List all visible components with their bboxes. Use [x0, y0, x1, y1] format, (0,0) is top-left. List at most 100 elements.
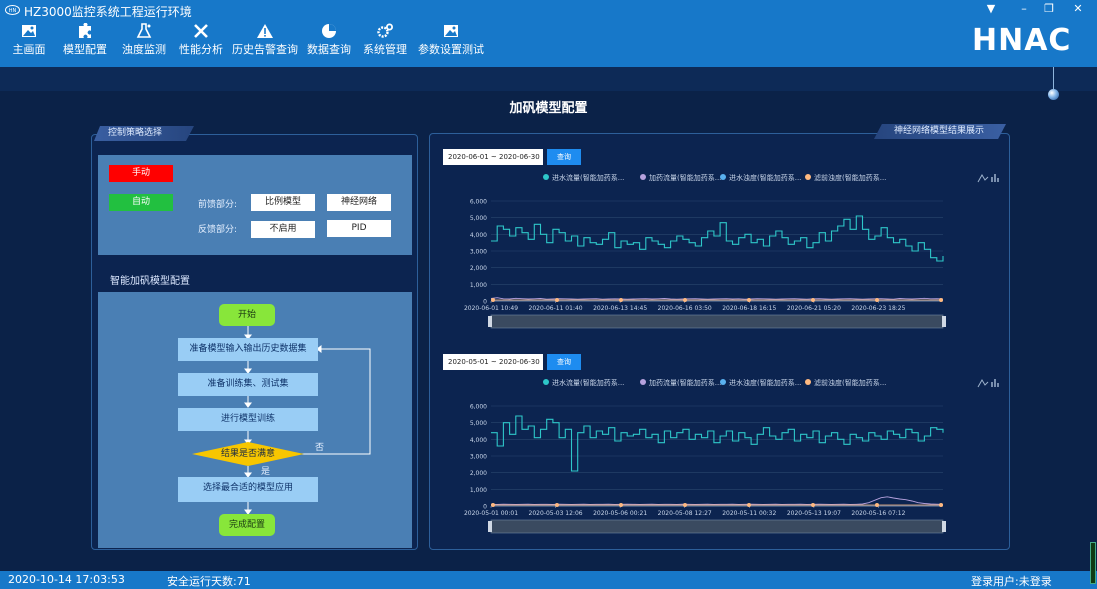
zoom-handle-left — [488, 521, 492, 532]
legend-label: 加药流量(智能加药系... — [649, 173, 721, 182]
brand-logo: HNAC — [972, 24, 1070, 54]
proportional-model-button[interactable]: 比例模型 — [251, 194, 315, 211]
flow-section-title: 智能加矾模型配置 — [110, 276, 190, 287]
flow-no-label: 否 — [315, 443, 325, 453]
y-tick-label: 3,000 — [470, 454, 487, 461]
restore-button[interactable]: ❐ — [1039, 1, 1059, 17]
header-band — [0, 67, 1097, 91]
legend-swatch — [805, 379, 811, 385]
flow-arrowhead — [244, 402, 252, 408]
pid-button[interactable]: PID — [327, 220, 391, 237]
legend-label: 进水流量(智能加药系... — [552, 378, 624, 387]
close-button[interactable]: ✕ — [1068, 1, 1088, 17]
legend-label: 进水浊度(智能加药系... — [729, 173, 801, 182]
series-line-1 — [491, 215, 944, 262]
minimize-button[interactable]: – — [1014, 1, 1034, 17]
x-tick-label: 2020-05-13 19:07 — [787, 510, 841, 517]
bar-toggle-icon — [991, 379, 999, 387]
legend-swatch — [720, 174, 726, 180]
bar-toggle-icon — [991, 174, 999, 182]
auto-button[interactable]: 自动 — [109, 194, 173, 211]
series-line-2 — [490, 496, 944, 505]
x-tick-label: 2020-06-01 10:49 — [464, 305, 518, 312]
tools-icon — [194, 24, 208, 38]
menu-item-alarm-history[interactable]: 历史告警查询 — [230, 23, 300, 63]
query-button-2[interactable]: 查询 — [547, 354, 581, 370]
menu-item-system[interactable]: 系统管理 — [360, 23, 410, 63]
query-button-1[interactable]: 查询 — [547, 149, 581, 165]
status-safe-days: 安全运行天数:71 — [167, 575, 251, 588]
picture-icon — [444, 25, 458, 37]
menu-item-main[interactable]: 主画面 — [9, 23, 49, 63]
legend-label: 进水流量(智能加药系... — [552, 173, 624, 182]
x-tick-label: 2020-05-03 12:06 — [529, 510, 583, 517]
svg-text:HN: HN — [9, 8, 17, 14]
y-tick-label: 2,000 — [470, 265, 487, 272]
x-tick-label: 2020-05-08 12:27 — [658, 510, 712, 517]
pendant-line — [1053, 67, 1054, 89]
status-login-user: 登录用户:未登录 — [971, 575, 1052, 588]
y-tick-label: 1,000 — [470, 282, 487, 289]
legend-swatch — [543, 174, 549, 180]
zoom-handle-left — [488, 316, 492, 327]
menu-label: 数据查询 — [307, 43, 351, 56]
y-tick-label: 6,000 — [470, 199, 487, 206]
flow-step-prepare-data: 准备模型输入输出历史数据集 — [178, 338, 318, 361]
flow-step-train: 进行模型训练 — [178, 408, 318, 431]
x-tick-label: 2020-06-16 03:50 — [658, 305, 712, 312]
legend-label: 滤前浊度(智能加药系... — [814, 378, 886, 387]
menu-label: 历史告警查询 — [232, 43, 298, 56]
flow-step-split-sets: 准备训练集、测试集 — [178, 373, 318, 396]
control-strategy-box: 手动 自动 前馈部分: 比例模型 神经网络 反馈部分: 不启用 PID — [98, 155, 412, 255]
date-range-input-2[interactable]: 2020-05-01 ~ 2020-06-30 — [443, 354, 543, 370]
legend-swatch — [640, 174, 646, 180]
chart-2: 进水流量(智能加药系... 加药流量(智能加药系... 进水浊度(智能加药系... 滤… — [464, 378, 999, 534]
y-tick-label: 5,000 — [470, 420, 487, 427]
flow-decision: 结果是否满意 — [220, 449, 275, 459]
zoom-handle-right — [942, 521, 946, 532]
y-tick-label: 4,000 — [470, 232, 487, 239]
menu-item-model-config[interactable]: 模型配置 — [60, 23, 110, 63]
x-tick-label: 2020-06-13 14:45 — [593, 305, 647, 312]
title-bar: HN HZ3000监控系统工程运行环境 ▼ – ❐ ✕ 主画面 模型配置 浊度监… — [0, 0, 1097, 67]
legend-label: 进水浊度(智能加药系... — [729, 378, 801, 387]
app-logo-icon: HN — [5, 5, 20, 15]
zoom-slider-track — [490, 519, 944, 534]
status-datetime: 2020-10-14 17:03:53 — [8, 573, 125, 586]
line-toggle-icon — [977, 174, 989, 183]
zoom-slider-track — [490, 314, 944, 329]
puzzle-icon — [79, 23, 91, 38]
flask-icon — [136, 23, 152, 38]
menu-item-performance[interactable]: 性能分析 — [176, 23, 226, 63]
zoom-handle-right — [942, 316, 946, 327]
legend-swatch — [720, 379, 726, 385]
manual-button[interactable]: 手动 — [109, 165, 173, 182]
pie-chart-icon — [322, 24, 336, 38]
page-title: 加矾模型配置 — [509, 101, 588, 116]
menu-item-turbidity[interactable]: 浊度监测 — [119, 23, 169, 63]
legend-label: 加药流量(智能加药系... — [649, 378, 721, 387]
date-range-input-1[interactable]: 2020-06-01 ~ 2020-06-30 — [443, 149, 543, 165]
dropdown-icon[interactable]: ▼ — [981, 1, 1001, 17]
signal-indicator-icon — [1090, 542, 1096, 584]
x-tick-label: 2020-06-21 05:20 — [787, 305, 841, 312]
y-tick-label: 4,000 — [470, 437, 487, 444]
legend-swatch — [543, 379, 549, 385]
feedforward-label: 前馈部分: — [198, 200, 238, 210]
menu-label: 参数设置测试 — [418, 43, 484, 56]
menu-label: 系统管理 — [363, 43, 407, 56]
flow-start: 开始 — [219, 304, 275, 326]
flow-yes-label: 是 — [261, 467, 271, 477]
menu-label: 模型配置 — [63, 43, 107, 56]
disable-button[interactable]: 不启用 — [251, 221, 315, 238]
menu-item-data-query[interactable]: 数据查询 — [304, 23, 354, 63]
neural-results-tab: 神经网络模型结果展示 — [874, 124, 1006, 139]
neural-network-button[interactable]: 神经网络 — [327, 194, 391, 211]
y-tick-label: 1,000 — [470, 487, 487, 494]
menu-item-param-test[interactable]: 参数设置测试 — [416, 23, 486, 63]
x-tick-label: 2020-05-16 07:12 — [851, 510, 905, 517]
y-tick-label: 6,000 — [470, 404, 487, 411]
y-tick-label: 2,000 — [470, 470, 487, 477]
x-tick-label: 2020-05-06 00:21 — [593, 510, 647, 517]
x-tick-label: 2020-06-11 01:40 — [529, 305, 583, 312]
